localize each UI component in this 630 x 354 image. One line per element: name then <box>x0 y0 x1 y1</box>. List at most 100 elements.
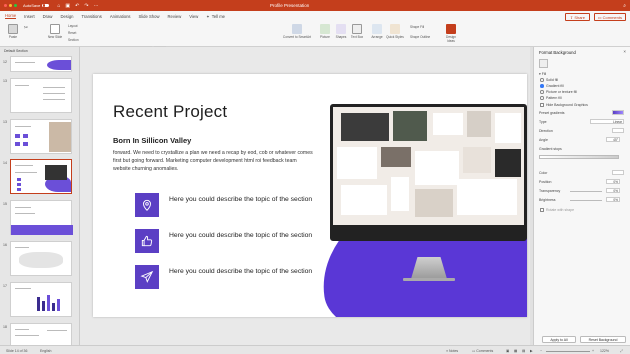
format-background-panel: Format Background × ▾ Fill Solid fill Gr… <box>533 47 630 345</box>
feature-item[interactable]: Here you could describe the topic of the… <box>135 265 325 289</box>
tab-insert[interactable]: Insert <box>24 14 34 19</box>
redo-icon[interactable]: ↷ <box>84 3 88 9</box>
direction-select[interactable] <box>612 128 624 133</box>
reading-view-icon[interactable]: ▤ <box>522 349 525 353</box>
tab-review[interactable]: Review <box>167 14 181 19</box>
slide-count: Slide 14 of 36 <box>6 348 28 353</box>
notes-label: Notes <box>449 348 459 353</box>
color-picker[interactable] <box>612 170 624 175</box>
zoom-in-icon[interactable]: + <box>592 349 594 353</box>
map-pin-icon <box>135 193 159 217</box>
transparency-input[interactable]: 0% <box>606 188 620 193</box>
cut-copy-group[interactable]: ✂ <box>22 25 30 31</box>
reset-button[interactable]: Reset <box>68 31 76 35</box>
slide-thumbnail[interactable] <box>10 119 72 154</box>
ribbon-toolbar: Paste ✂ New Slide Layout Reset Section L… <box>0 21 630 58</box>
layout-button[interactable]: Layout <box>68 24 78 28</box>
minimize-window-dot[interactable] <box>9 4 12 7</box>
sorter-view-icon[interactable]: ▦ <box>514 349 517 353</box>
convert-smartart-button[interactable]: Convert to SmartArt <box>282 24 312 39</box>
reset-background-button[interactable]: Reset Background <box>580 336 626 343</box>
section-header[interactable]: Default Section <box>4 49 28 53</box>
slide-title[interactable]: Recent Project <box>113 102 227 122</box>
tab-slide-show[interactable]: Slide Show <box>139 14 160 19</box>
brightness-slider[interactable] <box>570 199 602 201</box>
slide-subtitle[interactable]: Born In Sillicon Valley <box>113 136 191 145</box>
zoom-out-icon[interactable]: − <box>540 349 542 353</box>
type-select[interactable]: Linear <box>590 119 624 124</box>
language-indicator[interactable]: English <box>40 349 51 353</box>
autosave-toggle[interactable] <box>42 3 50 8</box>
brightness-input[interactable]: 0% <box>606 197 620 202</box>
section-button[interactable]: Section <box>68 38 79 42</box>
position-input[interactable]: 0% <box>606 179 620 184</box>
panel-title: Format Background <box>539 50 576 55</box>
share-button[interactable]: ⇧ Share <box>564 13 590 21</box>
textbox-icon <box>352 24 362 34</box>
gradient-fill-radio[interactable] <box>540 84 544 88</box>
picture-label: Picture <box>320 35 330 39</box>
fill-bucket-icon[interactable] <box>539 59 548 68</box>
solid-fill-radio[interactable] <box>540 78 544 82</box>
quick-styles-button[interactable]: Quick Styles <box>386 24 404 39</box>
search-icon[interactable]: ⌕ <box>623 3 626 9</box>
feature-item[interactable]: Here you could describe the topic of the… <box>135 193 325 217</box>
slide-thumbnail-16[interactable] <box>10 241 72 276</box>
more-icon[interactable]: ··· <box>94 3 99 9</box>
rotate-with-shape-checkbox[interactable] <box>540 208 544 212</box>
preset-gradients-select[interactable] <box>612 110 624 115</box>
current-slide[interactable]: Recent Project Born In Sillicon Valley f… <box>93 74 527 317</box>
picture-fill-radio[interactable] <box>540 90 544 94</box>
window-controls[interactable] <box>4 4 17 7</box>
shape-fill-button[interactable]: Shape Fill <box>410 25 424 29</box>
picture-button[interactable]: Picture <box>318 24 332 39</box>
angle-input[interactable]: 45° <box>606 137 620 142</box>
zoom-level[interactable]: 122% <box>600 349 609 353</box>
pattern-fill-label: Pattern fill <box>546 96 562 100</box>
tell-me-box[interactable]: ✦ Tell me <box>206 14 225 19</box>
shapes-button[interactable]: Shapes <box>334 24 348 39</box>
hide-background-checkbox[interactable] <box>540 103 544 107</box>
slide-thumbnail-17[interactable] <box>10 282 72 317</box>
gradient-stops-label: Gradient stops <box>539 147 562 151</box>
design-ideas-button[interactable]: Design Ideas <box>444 24 458 43</box>
fill-section-header[interactable]: ▾ Fill <box>539 72 546 76</box>
slide-thumbnail-18[interactable] <box>10 323 72 345</box>
undo-icon[interactable]: ↶ <box>75 3 79 9</box>
slide-thumbnail-12[interactable] <box>10 56 72 72</box>
new-slide-button[interactable]: New Slide <box>44 24 66 39</box>
close-window-dot[interactable] <box>4 4 7 7</box>
arrange-button[interactable]: Arrange <box>370 24 384 39</box>
feature-item[interactable]: Here you could describe the topic of the… <box>135 229 325 253</box>
slide-body-text[interactable]: forward. We need to crystallize a plan w… <box>113 149 313 173</box>
slide-thumbnail-14-selected[interactable] <box>10 159 72 194</box>
slide-number: 13 <box>3 79 7 83</box>
imac-mockup[interactable] <box>330 104 527 241</box>
notes-button[interactable]: ≡ Notes <box>446 349 458 353</box>
tab-home[interactable]: Home <box>5 13 17 19</box>
slideshow-view-icon[interactable]: ▶ <box>530 349 533 353</box>
slide-thumbnail-13[interactable] <box>10 78 72 113</box>
fit-to-window-icon[interactable]: ⤢ <box>620 349 623 353</box>
comments-button[interactable]: ▭ Comments <box>593 13 626 21</box>
zoom-slider[interactable] <box>546 350 590 352</box>
pattern-fill-radio[interactable] <box>540 96 544 100</box>
home-icon[interactable]: ⌂ <box>57 3 60 9</box>
normal-view-icon[interactable]: ▣ <box>506 349 509 353</box>
close-icon[interactable]: × <box>623 49 626 54</box>
tab-view[interactable]: View <box>189 14 198 19</box>
apply-to-all-button[interactable]: Apply to All <box>542 336 576 343</box>
transparency-slider[interactable] <box>570 190 602 192</box>
textbox-button[interactable]: Text Box <box>350 24 364 39</box>
shape-outline-button[interactable]: Shape Outline <box>410 35 430 39</box>
slide-thumbnail-15[interactable] <box>10 200 73 235</box>
tab-draw[interactable]: Draw <box>43 14 53 19</box>
tab-transitions[interactable]: Transitions <box>81 14 101 19</box>
paste-button[interactable]: Paste <box>6 24 20 39</box>
comments-status-button[interactable]: ▭ Comments <box>472 349 493 353</box>
maximize-window-dot[interactable] <box>14 4 17 7</box>
gradient-stops-bar[interactable] <box>539 155 619 159</box>
save-icon[interactable]: ▣ <box>65 3 70 9</box>
tab-design[interactable]: Design <box>60 14 73 19</box>
tab-animations[interactable]: Animations <box>110 14 131 19</box>
